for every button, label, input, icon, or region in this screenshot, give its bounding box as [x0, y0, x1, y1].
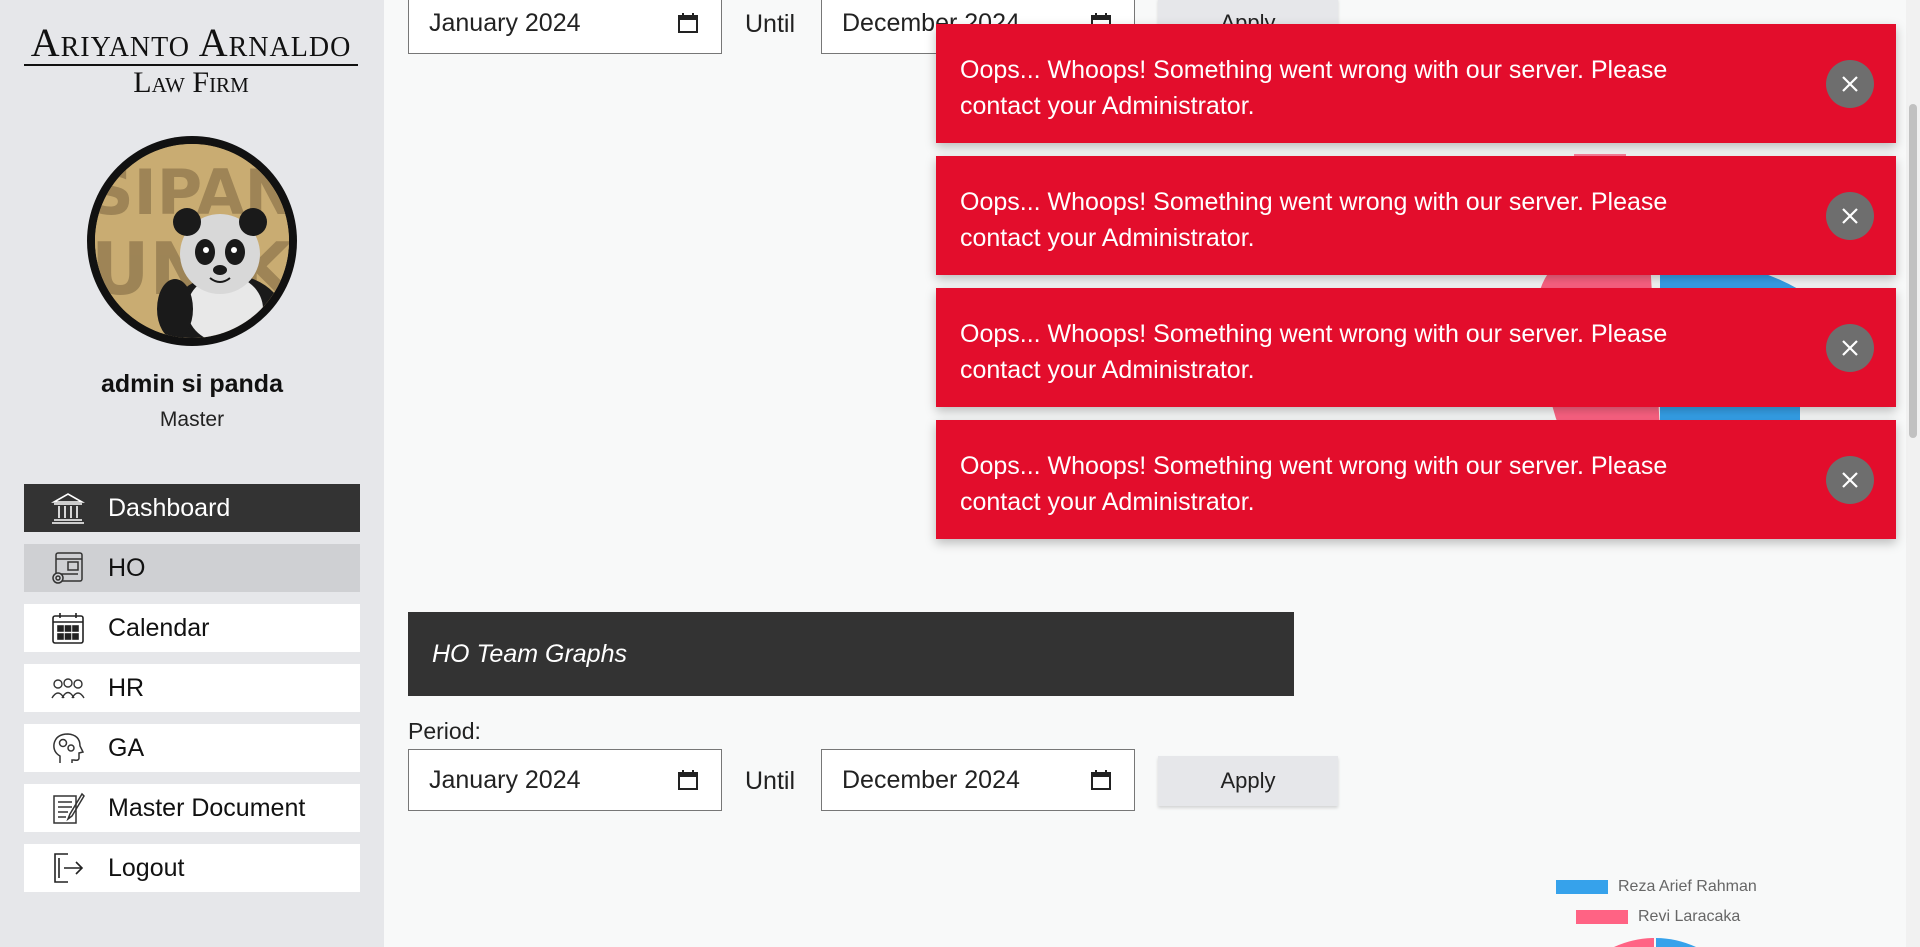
calendar-icon	[48, 608, 88, 648]
sidebar-item-label: Logout	[108, 853, 185, 882]
head-gears-icon	[48, 728, 88, 768]
until-label: Until	[745, 767, 796, 795]
legend-label: Revi Laracaka	[1638, 908, 1741, 925]
people-icon	[48, 668, 88, 708]
top-from-date-input[interactable]: January 2024	[408, 0, 722, 54]
toast-message: Oops... Whoops! Something went wrong wit…	[960, 188, 1668, 252]
sidebar-item-label: Master Document	[108, 793, 306, 822]
sidebar-item-label: GA	[108, 733, 145, 762]
sidebar-item-ga[interactable]: GA	[24, 724, 360, 772]
legend-item: Revi Laracaka	[1576, 908, 1740, 926]
error-toast: Oops... Whoops! Something went wrong wit…	[936, 288, 1896, 407]
toast-message: Oops... Whoops! Something went wrong wit…	[960, 320, 1668, 384]
ho-team-graphs-header: HO Team Graphs	[408, 612, 1294, 696]
sidebar: Ariyanto Arnaldo Law Firm SIPANDA UNIK	[0, 0, 384, 947]
sidebar-item-logout[interactable]: Logout	[24, 844, 360, 892]
toast-close-button[interactable]	[1826, 192, 1874, 240]
date-value: December 2024	[842, 765, 1020, 794]
until-label: Until	[745, 10, 796, 38]
logo-line-1: Ariyanto Arnaldo	[24, 22, 358, 66]
ho-donut-chart-top-edge	[1614, 938, 1696, 947]
error-toast: Oops... Whoops! Something went wrong wit…	[936, 156, 1896, 275]
toast-message: Oops... Whoops! Something went wrong wit…	[960, 452, 1668, 516]
error-toast: Oops... Whoops! Something went wrong wit…	[936, 420, 1896, 539]
sidebar-item-calendar[interactable]: Calendar	[24, 604, 360, 652]
toast-close-button[interactable]	[1826, 324, 1874, 372]
close-icon	[1842, 208, 1858, 224]
bank-icon	[48, 488, 88, 528]
sidebar-item-dashboard[interactable]: Dashboard	[24, 484, 360, 532]
page-scrollbar[interactable]	[1906, 0, 1920, 947]
date-value: January 2024	[429, 8, 581, 37]
sidebar-item-label: Dashboard	[108, 493, 231, 522]
avatar: SIPANDA UNIK	[87, 136, 297, 346]
user-name: admin si panda	[101, 370, 283, 398]
period-label: Period:	[408, 718, 481, 744]
calendar-picker-icon[interactable]	[677, 769, 699, 791]
error-toast: Oops... Whoops! Something went wrong wit…	[936, 24, 1896, 143]
legend-label: Reza Arief Rahman	[1618, 878, 1757, 895]
document-pen-icon	[48, 788, 88, 828]
ho-from-date-input[interactable]: January 2024	[408, 749, 722, 811]
legend-swatch	[1576, 910, 1628, 924]
close-icon	[1842, 472, 1858, 488]
sidebar-item-label: HR	[108, 673, 145, 702]
close-icon	[1842, 340, 1858, 356]
sidebar-item-label: Calendar	[108, 613, 210, 642]
sidebar-menu: Dashboard HO Calendar HR GA Master Docum…	[24, 484, 360, 904]
logo-line-2: Law Firm	[133, 66, 249, 99]
legend-item: Reza Arief Rahman	[1556, 878, 1757, 896]
logout-icon	[48, 848, 88, 888]
sidebar-item-master-document[interactable]: Master Document	[24, 784, 360, 832]
ho-to-date-input[interactable]: December 2024	[821, 749, 1135, 811]
toast-close-button[interactable]	[1826, 60, 1874, 108]
sidebar-item-label: HO	[108, 553, 146, 582]
panda-avatar-image: SIPANDA UNIK	[95, 144, 289, 338]
scrollbar-thumb[interactable]	[1909, 104, 1917, 438]
ho-apply-button[interactable]: Apply	[1158, 756, 1338, 806]
toast-close-button[interactable]	[1826, 456, 1874, 504]
office-settings-icon	[48, 548, 88, 588]
close-icon	[1842, 76, 1858, 92]
user-role: Master	[159, 408, 225, 431]
calendar-picker-icon[interactable]	[1090, 769, 1112, 791]
legend-swatch	[1556, 880, 1608, 894]
firm-logo: Ariyanto Arnaldo Law Firm	[24, 22, 358, 100]
date-value: January 2024	[429, 765, 581, 794]
toast-message: Oops... Whoops! Something went wrong wit…	[960, 56, 1668, 120]
calendar-picker-icon[interactable]	[677, 12, 699, 34]
sidebar-item-hr[interactable]: HR	[24, 664, 360, 712]
sidebar-item-ho[interactable]: HO	[24, 544, 360, 592]
